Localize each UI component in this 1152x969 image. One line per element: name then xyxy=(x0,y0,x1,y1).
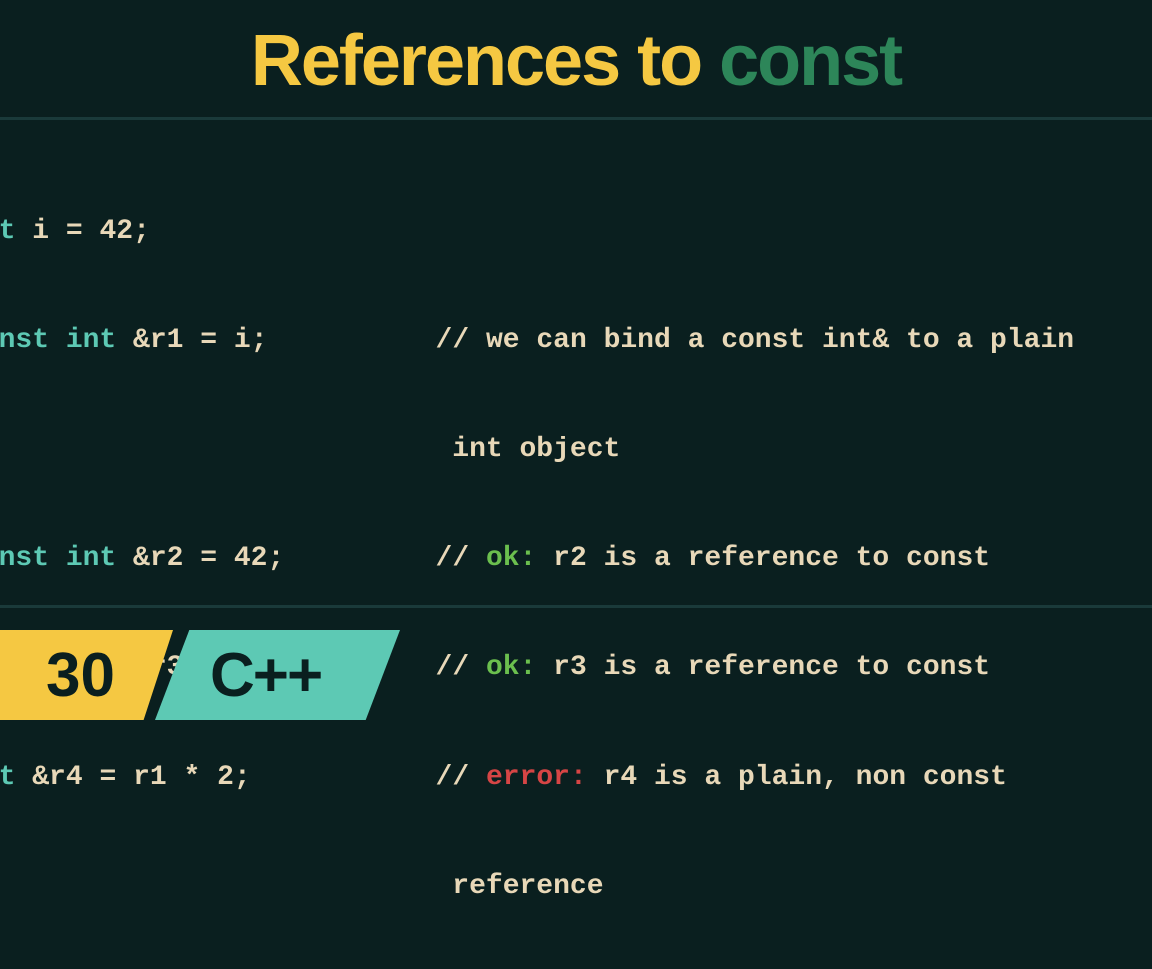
code-line-3: const int &r2 = 42; // ok: r2 is a refer… xyxy=(0,532,1152,587)
slide-title: References to const xyxy=(251,20,901,102)
code-line-2: const int &r1 = i; // we can bind a cons… xyxy=(0,314,1152,369)
slide-title-bar: References to const xyxy=(0,0,1152,120)
language-badge: C++ xyxy=(155,630,400,720)
footer-bar: C++ 30 xyxy=(0,605,1152,720)
title-part1: References to xyxy=(251,21,719,101)
code-block: int i = 42; const int &r1 = i; // we can… xyxy=(0,120,1152,969)
language-label: C++ xyxy=(210,640,321,711)
code-line-5: int &r4 = r1 * 2; // error: r4 is a plai… xyxy=(0,751,1152,806)
title-part2: const xyxy=(719,21,901,101)
slide-number-badge: 30 xyxy=(0,630,173,720)
slide-number: 30 xyxy=(46,640,115,711)
code-line-1: int i = 42; xyxy=(0,205,1152,260)
code-line-5b: reference xyxy=(0,860,1152,915)
code-line-2b: int object xyxy=(0,423,1152,478)
